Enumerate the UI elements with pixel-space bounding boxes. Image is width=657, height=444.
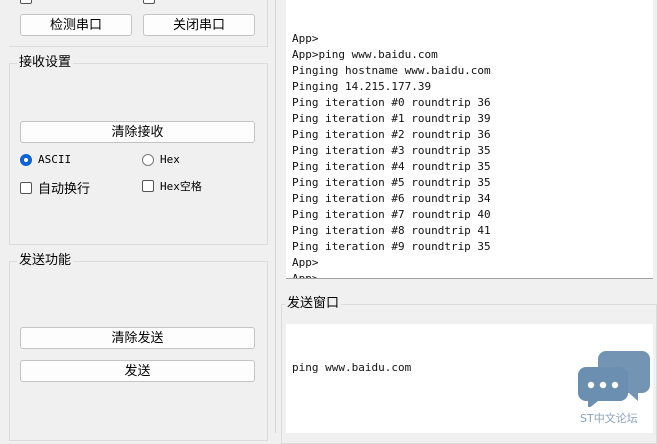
ascii-radio-label: ASCII [38,153,72,166]
output-line: Pinging hostname www.baidu.com [292,64,491,77]
hex-radio[interactable]: Hex [142,153,180,166]
receive-output-bottom-border [286,278,653,279]
hex-radio-label: Hex [160,153,180,166]
send-function-title: 发送功能 [17,253,74,269]
serial-group-right [267,0,268,47]
output-line: Ping iteration #0 roundtrip 36 [292,96,491,109]
clear-send-button[interactable]: 清除发送 [20,327,255,349]
watermark-text: ST中文论坛 [580,412,638,425]
serial-group-bottom [9,46,268,47]
output-line: Ping iteration #2 roundtrip 36 [292,128,491,141]
hex-radio-dot[interactable] [142,153,154,166]
auto-wrap-checkbox-box[interactable] [20,181,32,194]
output-line: Ping iteration #8 roundtrip 41 [292,224,491,237]
output-line: Ping iteration #3 roundtrip 35 [292,144,491,157]
hex-space-checkbox[interactable]: Hex空格 [142,178,202,194]
detect-port-button[interactable]: 检测串口 [20,14,132,36]
output-line: App>ping www.baidu.com [292,48,438,61]
send-function-group [9,261,268,441]
output-line: App> [292,271,653,278]
output-line: Ping iteration #5 roundtrip 35 [292,176,491,189]
hex-space-checkbox-box[interactable] [142,180,154,192]
output-line: Pinging 14.215.177.39 [292,80,432,93]
output-line: Ping iteration #4 roundtrip 35 [292,160,491,173]
hex-space-label-text: Hex空格 [160,180,202,193]
hex-space-label: Hex空格 [160,178,202,194]
send-window-title: 发送窗口 [285,296,342,312]
output-line: Ping iteration #9 roundtrip 35 [292,240,491,253]
send-button[interactable]: 发送 [20,360,255,382]
chat-bubbles-icon [578,351,650,409]
output-line: Ping iteration #6 roundtrip 34 [292,192,491,205]
splitter[interactable] [275,0,276,433]
ascii-radio[interactable]: ASCII [20,153,71,166]
top-checkbox-cutoff-2 [143,0,155,4]
receive-settings-title: 接收设置 [17,55,74,71]
output-line: App> [292,32,319,45]
receive-output-lines: App> App>ping www.baidu.com Pinging hostna… [292,31,653,278]
top-checkbox-cutoff-1 [20,0,32,4]
receive-output[interactable]: App> App>ping www.baidu.com Pinging hostna… [286,0,653,278]
close-port-button[interactable]: 关闭串口 [143,14,255,36]
output-line: Ping iteration #1 roundtrip 39 [292,112,491,125]
watermark: ST中文论坛 [576,349,652,429]
output-line: Ping iteration #7 roundtrip 40 [292,208,491,221]
auto-wrap-checkbox[interactable]: 自动换行 [20,178,90,197]
auto-wrap-label: 自动换行 [38,182,91,197]
output-line: App> [292,256,319,269]
ascii-radio-dot[interactable] [20,153,32,166]
clear-receive-button[interactable]: 清除接收 [20,121,255,143]
